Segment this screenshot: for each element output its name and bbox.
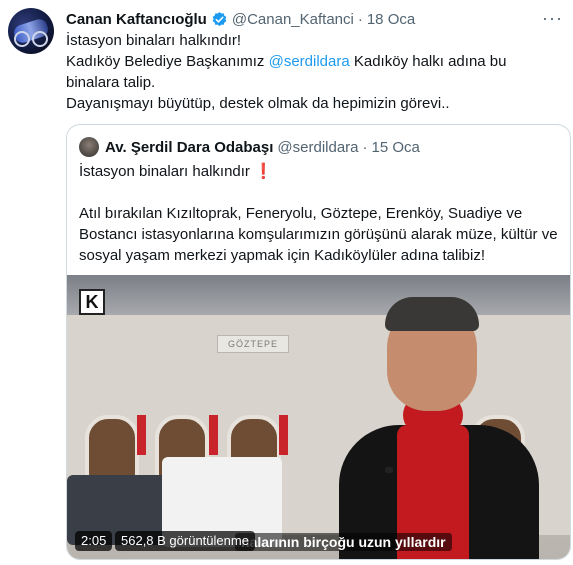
lapel-mic-icon [385, 467, 393, 473]
exclamation-icon: ❗ [254, 163, 273, 180]
author-avatar[interactable] [8, 8, 54, 54]
station-sign: GÖZTEPE [217, 335, 289, 353]
flag [137, 415, 146, 455]
tweet-date[interactable]: 18 Oca [367, 11, 415, 28]
quoted-paragraph: Atıl bırakılan Kızıltoprak, Feneryolu, G… [79, 205, 558, 264]
quoted-author-name[interactable]: Av. Şerdil Dara Odabaşı [105, 139, 273, 156]
quoted-text-segment: İstasyon binaları halkındır [79, 163, 250, 180]
flag [279, 415, 288, 455]
wheel-shape [14, 31, 30, 47]
tweet-line: Dayanışmayı büyütüp, destek olmak da hep… [66, 95, 450, 112]
quoted-tweet[interactable]: Av. Şerdil Dara Odabaşı @serdildara · 15… [66, 124, 571, 560]
tweet-text: İstasyon binaları halkındır! Kadıköy Bel… [66, 30, 561, 114]
quoted-author-handle[interactable]: @serdildara [277, 139, 358, 156]
tweet-line: Kadıköy Belediye Başkanımız @serdildara … [66, 51, 561, 93]
video-duration-badge: 2:05 [75, 531, 113, 551]
quoted-tweet-date[interactable]: 15 Oca [372, 139, 420, 156]
tweet-line: İstasyon binaları halkındır! [66, 32, 242, 49]
speaker-hair [385, 297, 479, 331]
kadikoy-logo: K [79, 289, 105, 315]
verified-badge-icon [212, 11, 227, 26]
wheel-shape [32, 31, 48, 47]
author-name[interactable]: Canan Kaftancıoğlu [66, 11, 207, 28]
quoted-line: İstasyon binaları halkındır ❗ [79, 161, 559, 182]
station-roof [67, 275, 570, 315]
separator-dot: · [362, 138, 368, 156]
flag [209, 415, 218, 455]
quoted-tweet-text: İstasyon binaları halkındır ❗ Atıl bırak… [79, 161, 559, 266]
tweet-header: Canan Kaftancıoğlu @Canan_Kaftanci · 18 … [66, 8, 563, 30]
mention-link[interactable]: @serdildara [269, 53, 350, 70]
author-handle[interactable]: @Canan_Kaftanci [232, 11, 354, 28]
video-caption: nalarının birçoğu uzun yıllardır [235, 533, 452, 551]
separator-dot: · [357, 10, 363, 28]
quoted-tweet-header: Av. Şerdil Dara Odabaşı @serdildara · 15… [79, 137, 558, 157]
more-options-icon[interactable]: ··· [542, 8, 563, 29]
video-views-badge: 562,8 B görüntülenme [115, 531, 255, 551]
video-player[interactable]: GÖZTEPE K nalarının birçoğu uzun yıllard… [67, 275, 570, 559]
quoted-author-avatar[interactable] [79, 137, 99, 157]
tweet-text-segment: Kadıköy Belediye Başkanımız [66, 53, 269, 70]
